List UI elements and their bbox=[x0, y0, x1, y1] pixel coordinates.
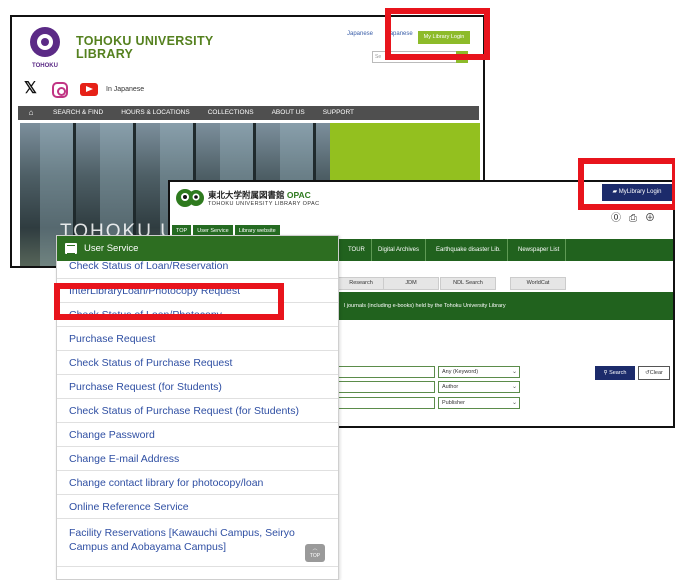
db-tab-jdm[interactable]: JDM bbox=[383, 277, 439, 290]
highlight-opac-login bbox=[578, 158, 675, 210]
user-service-header: User Service bbox=[57, 236, 338, 261]
x-icon[interactable]: 𝕏 bbox=[24, 80, 37, 98]
site-navbar: ⌂ SEARCH & FIND HOURS & LOCATIONS COLLEC… bbox=[18, 106, 479, 120]
nav-hours-locations[interactable]: HOURS & LOCATIONS bbox=[121, 106, 190, 120]
japanese-link[interactable]: Japanese bbox=[347, 31, 373, 37]
to-top-label: TOP bbox=[309, 553, 321, 559]
highlight-interlibrary-loan bbox=[54, 283, 284, 320]
user-service-icon bbox=[65, 243, 77, 254]
opac-nav-newspaper[interactable]: Newspaper List bbox=[518, 239, 567, 261]
chevron-down-icon: ⌄ bbox=[511, 369, 517, 375]
nav-collections[interactable]: COLLECTIONS bbox=[208, 106, 254, 120]
instagram-icon[interactable] bbox=[52, 82, 68, 98]
db-tab-ndl[interactable]: NDL Search bbox=[440, 277, 496, 290]
opac-nav-tour[interactable]: TOUR bbox=[348, 239, 372, 261]
menu-facility-reservations[interactable]: Facility Reservations [Kawauchi Campus, … bbox=[57, 519, 338, 567]
search-button-label: Search bbox=[609, 370, 627, 376]
opac-logo-icon bbox=[176, 189, 204, 207]
field-select-keyword-value: Any (Keyword) bbox=[442, 369, 479, 375]
menu-purchase-request[interactable]: Purchase Request bbox=[57, 327, 338, 351]
chevron-up-icon: ︿ bbox=[312, 546, 318, 552]
db-tab-research[interactable]: Research bbox=[333, 277, 389, 290]
opac-tool-icons: ⓪⎙⊕ bbox=[611, 209, 663, 224]
field-select-publisher[interactable]: Publisher ⌄ bbox=[438, 397, 520, 409]
menu-check-status-loan-reservation[interactable]: Check Status of Loan/Reservation bbox=[57, 261, 338, 279]
highlight-library-login bbox=[385, 8, 490, 60]
menu-purchase-request-students[interactable]: Purchase Request (for Students) bbox=[57, 375, 338, 399]
menu-check-status-purchase[interactable]: Check Status of Purchase Request bbox=[57, 351, 338, 375]
chevron-down-icon: ⌄ bbox=[511, 384, 517, 390]
home-icon[interactable]: ⌂ bbox=[18, 106, 44, 120]
clear-button-label: Clear bbox=[649, 370, 663, 376]
back-to-top-button[interactable]: ︿ TOP bbox=[305, 544, 325, 562]
menu-change-contact-library[interactable]: Change contact library for photocopy/loa… bbox=[57, 471, 338, 495]
print-icon[interactable]: ⎙ bbox=[629, 213, 645, 224]
menu-change-email[interactable]: Change E-mail Address bbox=[57, 447, 338, 471]
nav-support[interactable]: SUPPORT bbox=[323, 106, 354, 120]
opac-nav-digital-archives[interactable]: Digital Archives bbox=[378, 239, 427, 261]
library-title: TOHOKU UNIVERSITY LIBRARY bbox=[76, 35, 214, 61]
field-select-publisher-value: Publisher bbox=[442, 400, 465, 406]
user-service-title: User Service bbox=[84, 243, 139, 254]
university-logo: TOHOKU bbox=[30, 27, 60, 69]
nav-about-us[interactable]: ABOUT US bbox=[272, 106, 305, 120]
opac-title-opac: OPAC bbox=[286, 190, 311, 200]
menu-change-password[interactable]: Change Password bbox=[57, 423, 338, 447]
menu-online-reference[interactable]: Online Reference Service bbox=[57, 495, 338, 519]
opac-title: 東北大学附属図書館 OPAC bbox=[208, 189, 311, 201]
clear-button[interactable]: ↺Clear bbox=[638, 366, 670, 380]
field-select-author-value: Author bbox=[442, 384, 459, 390]
opac-subtitle: TOHOKU UNIVERSITY LIBRARY OPAC bbox=[208, 201, 320, 207]
in-japanese-link[interactable]: In Japanese bbox=[106, 86, 144, 93]
chevron-down-icon: ⌄ bbox=[511, 400, 517, 406]
field-select-keyword[interactable]: Any (Keyword) ⌄ bbox=[438, 366, 520, 378]
menu-check-status-purchase-students[interactable]: Check Status of Purchase Request (for St… bbox=[57, 399, 338, 423]
search-button[interactable]: ⚲ Search bbox=[595, 366, 635, 380]
db-tab-worldcat[interactable]: WorldCat bbox=[510, 277, 566, 290]
opac-title-jp: 東北大学附属図書館 bbox=[208, 190, 285, 200]
nav-search-find[interactable]: SEARCH & FIND bbox=[53, 106, 103, 120]
language-icon[interactable]: ⊕ bbox=[645, 213, 663, 224]
opac-nav-earthquake[interactable]: Earthquake disaster Lib. bbox=[436, 239, 508, 261]
youtube-icon[interactable] bbox=[80, 83, 98, 96]
library-title-line2: LIBRARY bbox=[76, 47, 134, 61]
svg-text:TOHOKU: TOHOKU bbox=[32, 63, 58, 69]
help-icon[interactable]: ⓪ bbox=[611, 213, 629, 224]
field-select-author[interactable]: Author ⌄ bbox=[438, 381, 520, 393]
